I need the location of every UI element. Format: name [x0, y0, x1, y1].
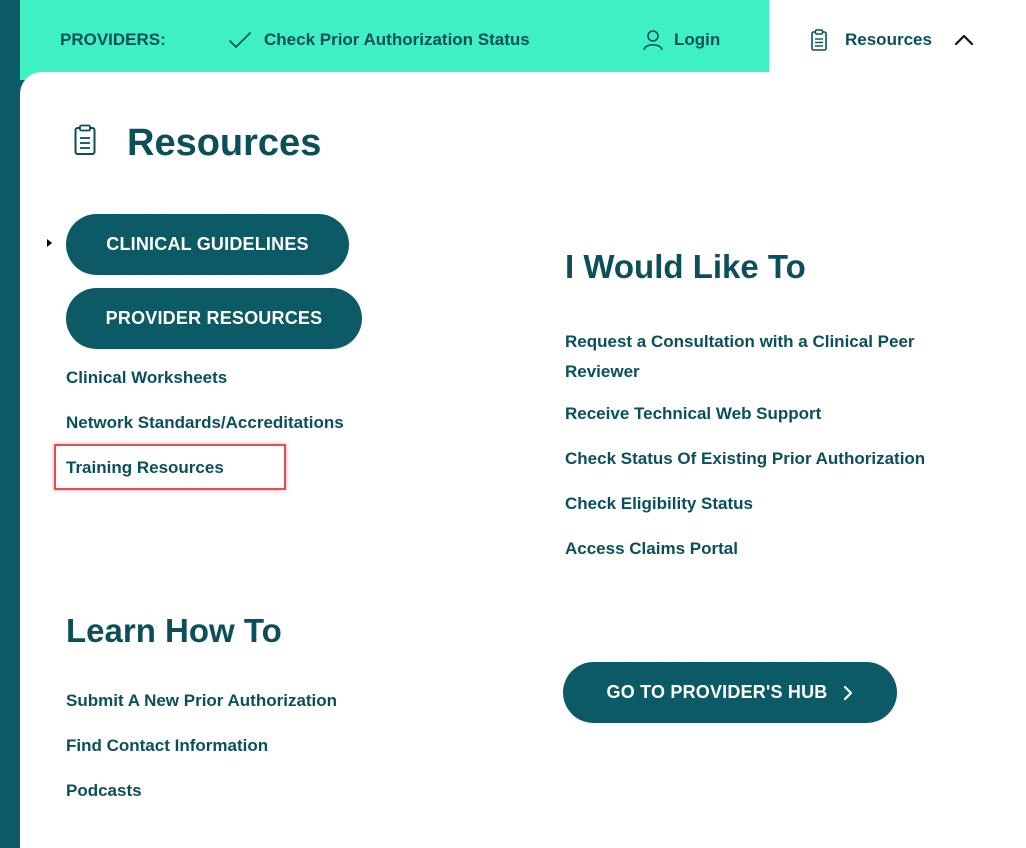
providers-hub-label: GO TO PROVIDER'S HUB [606, 682, 828, 702]
would-like-heading: I Would Like To [565, 248, 806, 285]
highlight-box [54, 444, 286, 490]
pointer-caret-icon [47, 239, 52, 247]
clinical-guidelines-label: CLINICAL GUIDELINES [106, 234, 309, 254]
login-link[interactable]: Login [642, 0, 720, 80]
provider-resources-label: PROVIDER RESOURCES [105, 308, 323, 328]
request-consultation-link[interactable]: Request a Consultation with a Clinical P… [565, 327, 985, 387]
user-icon [642, 29, 664, 51]
submit-authorization-link[interactable]: Submit A New Prior Authorization [66, 690, 337, 712]
resources-tab-content: Resources [811, 0, 974, 80]
check-prior-authorization-link[interactable]: Check Prior Authorization Status [228, 0, 530, 80]
podcasts-link[interactable]: Podcasts [66, 780, 142, 802]
clipboard-icon [74, 124, 96, 161]
providers-hub-button[interactable]: GO TO PROVIDER'S HUB [563, 662, 897, 723]
check-prior-authorization-label: Check Prior Authorization Status [264, 30, 530, 49]
resources-tab-label: Resources [845, 30, 932, 49]
panel-title: Resources [127, 122, 322, 164]
resources-dropdown-panel: Resources CLINICAL GUIDELINES PROVIDER R… [20, 72, 1026, 848]
providers-label: PROVIDERS: [60, 0, 166, 80]
chevron-up-icon[interactable] [954, 34, 974, 46]
provider-top-bar: PROVIDERS: Check Prior Authorization Sta… [20, 0, 769, 80]
clipboard-icon [811, 29, 827, 51]
technical-support-link[interactable]: Receive Technical Web Support [565, 403, 821, 425]
clinical-worksheets-link[interactable]: Clinical Worksheets [66, 367, 227, 389]
login-label: Login [674, 30, 721, 49]
provider-resources-button[interactable]: PROVIDER RESOURCES [66, 288, 362, 349]
find-contact-link[interactable]: Find Contact Information [66, 735, 268, 757]
network-standards-link[interactable]: Network Standards/Accreditations [66, 412, 344, 434]
claims-portal-link[interactable]: Access Claims Portal [565, 538, 738, 560]
resources-tab[interactable]: Resources [769, 0, 1026, 80]
clinical-guidelines-button[interactable]: CLINICAL GUIDELINES [66, 214, 349, 275]
learn-heading: Learn How To [66, 612, 282, 649]
check-icon [228, 31, 252, 49]
check-eligibility-link[interactable]: Check Eligibility Status [565, 493, 753, 515]
chevron-right-icon [843, 685, 853, 701]
providers-label-text: PROVIDERS: [60, 30, 166, 49]
check-status-link[interactable]: Check Status Of Existing Prior Authoriza… [565, 448, 925, 470]
